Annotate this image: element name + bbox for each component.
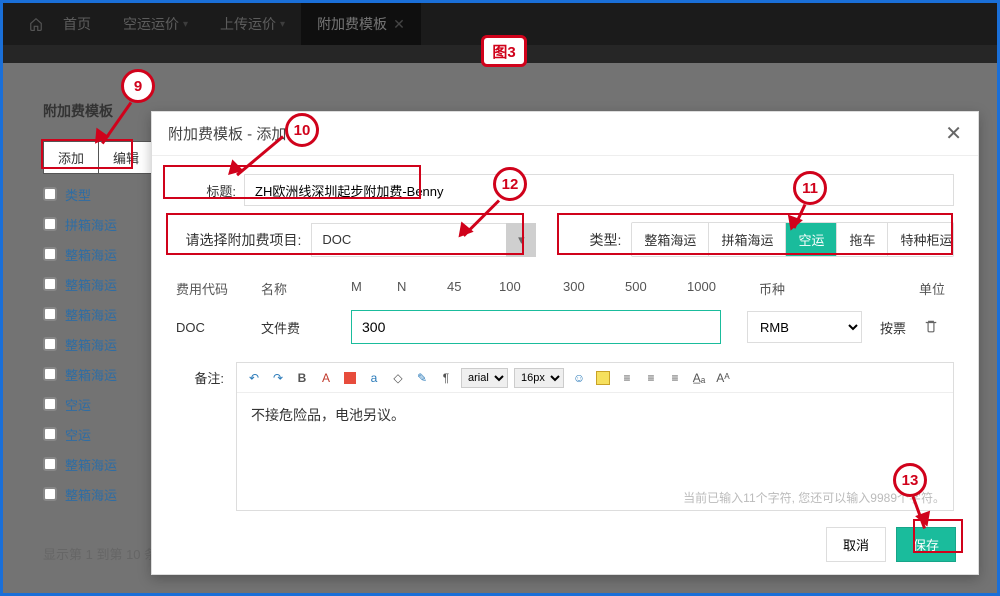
fee-row: DOC 文件费 RMB 按票: [176, 310, 954, 344]
clear-format-icon[interactable]: ◇: [389, 369, 407, 387]
pilcrow-icon[interactable]: ¶: [437, 369, 455, 387]
list-item[interactable]: 整箱海运: [43, 479, 138, 509]
highlight-icon[interactable]: [594, 369, 612, 387]
undo-icon[interactable]: ↶: [245, 369, 263, 387]
editor-char-count: 当前已输入11个字符, 您还可以输入9989个字符。: [237, 485, 953, 510]
rich-text-editor: ↶ ↷ B A a ◇ ✎ ¶ arial 16px ☺ ≡ ≡ ≡ A̲ₐ: [236, 362, 954, 511]
row-checkbox[interactable]: [43, 367, 57, 381]
page-title: 附加费模板: [43, 101, 113, 121]
title-input[interactable]: [244, 174, 954, 206]
save-button[interactable]: 保存: [896, 527, 956, 562]
toolbar: 添加 编辑: [43, 141, 154, 174]
editor-toolbar: ↶ ↷ B A a ◇ ✎ ¶ arial 16px ☺ ≡ ≡ ≡ A̲ₐ: [237, 363, 953, 393]
emoji-icon[interactable]: ☺: [570, 369, 588, 387]
fee-table-header: 费用代码 名称 M N 45 100 300 500 1000 币种 单位: [176, 273, 954, 310]
row-checkbox[interactable]: [43, 247, 57, 261]
project-select-value: DOC: [311, 223, 506, 257]
project-select[interactable]: DOC ▾: [311, 223, 536, 257]
bg-color-icon[interactable]: [341, 369, 359, 387]
modal-header: 附加费模板 - 添加 ✕: [152, 112, 978, 156]
title-label: 标题:: [176, 181, 236, 200]
sidebar-list: 类型 拼箱海运 整箱海运 整箱海运 整箱海运 整箱海运 整箱海运 空运 空运 整…: [43, 179, 138, 509]
eraser-icon[interactable]: ✎: [413, 369, 431, 387]
font-aa-icon[interactable]: A̲ₐ: [690, 369, 708, 387]
align-center-icon[interactable]: ≡: [642, 369, 660, 387]
list-item[interactable]: 整箱海运: [43, 299, 138, 329]
trash-icon[interactable]: [924, 318, 938, 337]
row-checkbox[interactable]: [43, 217, 57, 231]
font-family-select[interactable]: arial: [461, 368, 508, 388]
row-checkbox[interactable]: [43, 187, 57, 201]
type-button-group: 整箱海运 拼箱海运 空运 拖车 特种柜运价: [631, 222, 954, 257]
font-size-select[interactable]: 16px: [514, 368, 564, 388]
list-item[interactable]: 整箱海运: [43, 329, 138, 359]
redo-icon[interactable]: ↷: [269, 369, 287, 387]
font-aa2-icon[interactable]: Aᴬ: [714, 369, 732, 387]
list-item[interactable]: 整箱海运: [43, 359, 138, 389]
row-checkbox[interactable]: [43, 337, 57, 351]
fee-code: DOC: [176, 320, 261, 335]
list-item[interactable]: 整箱海运: [43, 449, 138, 479]
type-option-fcl[interactable]: 整箱海运: [632, 223, 708, 256]
modal-close-button[interactable]: ✕: [945, 124, 962, 144]
edit-button[interactable]: 编辑: [99, 141, 154, 174]
editor-content[interactable]: 不接危险品，电池另议。: [237, 393, 953, 485]
row-checkbox[interactable]: [43, 427, 57, 441]
list-item[interactable]: 空运: [43, 389, 138, 419]
pagination-summary: 显示第 1 到第 10 条: [43, 544, 157, 563]
add-button[interactable]: 添加: [43, 141, 99, 174]
add-surcharge-modal: 附加费模板 - 添加 ✕ 标题: 请选择附加费项目: DOC ▾ 类型: 整箱海…: [151, 111, 979, 575]
modal-footer: 取消 保存: [152, 519, 978, 576]
bold-icon[interactable]: B: [293, 369, 311, 387]
type-option-special[interactable]: 特种柜运价: [887, 223, 954, 256]
fee-m-input[interactable]: [351, 310, 721, 344]
font-size-icon[interactable]: a: [365, 369, 383, 387]
fee-unit: 按票: [880, 318, 906, 337]
list-item[interactable]: 整箱海运: [43, 269, 138, 299]
list-item[interactable]: 空运: [43, 419, 138, 449]
project-label: 请选择附加费项目:: [176, 230, 301, 250]
type-option-trailer[interactable]: 拖车: [836, 223, 887, 256]
row-checkbox[interactable]: [43, 487, 57, 501]
modal-title: 附加费模板 - 添加: [168, 123, 286, 144]
type-label: 类型:: [582, 230, 621, 250]
align-right-icon[interactable]: ≡: [666, 369, 684, 387]
type-option-air[interactable]: 空运: [785, 223, 836, 256]
row-checkbox[interactable]: [43, 277, 57, 291]
list-item[interactable]: 类型: [43, 179, 138, 209]
align-left-icon[interactable]: ≡: [618, 369, 636, 387]
list-item[interactable]: 拼箱海运: [43, 209, 138, 239]
list-item[interactable]: 整箱海运: [43, 239, 138, 269]
row-checkbox[interactable]: [43, 397, 57, 411]
chevron-down-icon[interactable]: ▾: [506, 223, 536, 257]
currency-select[interactable]: RMB: [747, 311, 862, 343]
row-checkbox[interactable]: [43, 307, 57, 321]
fee-name: 文件费: [261, 318, 351, 337]
text-color-icon[interactable]: A: [317, 369, 335, 387]
cancel-button[interactable]: 取消: [826, 527, 886, 562]
type-option-lcl[interactable]: 拼箱海运: [708, 223, 785, 256]
row-checkbox[interactable]: [43, 457, 57, 471]
remark-label: 备注:: [176, 362, 224, 511]
